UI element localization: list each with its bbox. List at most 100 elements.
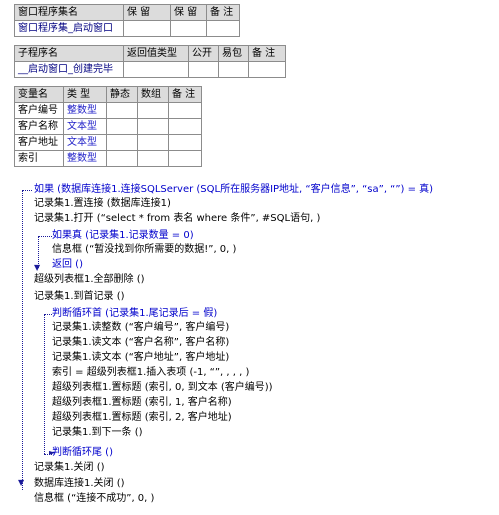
var-type-cell[interactable]: 文本型 — [63, 118, 107, 135]
code-line-msgbox-notfound[interactable]: 信息框 (“暂没找到你所需要的数据!”, 0, ) — [52, 243, 236, 257]
code-text: 超级列表框1.置标题 (索引, 0, 到文本 (客户编号)) — [52, 382, 273, 393]
var-remark-cell[interactable] — [168, 134, 202, 151]
var-static-cell[interactable] — [106, 118, 138, 135]
col-header-return-type: 返回值类型 — [123, 45, 189, 62]
code-line-set-title-2[interactable]: 超级列表框1.置标题 (索引, 2, 客户地址) — [52, 411, 232, 425]
col-header-sub-remark: 备 注 — [248, 45, 286, 62]
program-set-row[interactable]: 窗口程序集_启动窗口 — [14, 20, 240, 37]
code-text: 记录集1.关闭 () — [34, 462, 105, 473]
sub-name-cell[interactable]: __启动窗口_创建完毕 — [14, 61, 124, 78]
return-type-cell[interactable] — [123, 61, 189, 78]
var-static-cell[interactable] — [106, 102, 138, 119]
program-set-name-cell[interactable]: 窗口程序集_启动窗口 — [14, 20, 124, 37]
col-header-easy-pack: 易包 — [218, 45, 249, 62]
code-text: 记录集1.到首记录 () — [34, 291, 125, 302]
col-header-array: 数组 — [137, 86, 169, 103]
code-line-loop-end[interactable]: 判断循环尾 () — [52, 446, 113, 460]
if-block-guide — [22, 190, 23, 490]
code-line-read-name[interactable]: 记录集1.读文本 (“客户名称”, 客户名称) — [52, 336, 229, 350]
code-text: 索引 = 超级列表框1.插入表项 (-1, “”, , , , ) — [52, 367, 250, 378]
code-line-close-db[interactable]: 数据库连接1.关闭 () — [34, 477, 125, 491]
col-header-var-name: 变量名 — [14, 86, 64, 103]
variable-table: 变量名 类 型 静态 数组 备 注 客户编号 整数型 客户名称 文本型 客户地址… — [14, 86, 202, 167]
col-header-public: 公开 — [188, 45, 219, 62]
col-header-reserved-2: 保 留 — [170, 4, 207, 21]
variable-header-row: 变量名 类 型 静态 数组 备 注 — [14, 86, 202, 103]
var-array-cell[interactable] — [137, 134, 169, 151]
sub-program-row[interactable]: __启动窗口_创建完毕 — [14, 61, 286, 78]
variable-row[interactable]: 客户名称 文本型 — [14, 118, 202, 135]
code-text: 记录集1.读整数 (“客户编号”, 客户编号) — [52, 322, 230, 333]
code-line-insert-item[interactable]: 索引 = 超级列表框1.插入表项 (-1, “”, , , , ) — [52, 366, 249, 380]
code-line-return[interactable]: 返回 () — [52, 258, 83, 272]
var-type-cell[interactable]: 整数型 — [63, 102, 107, 119]
code-line-read-address[interactable]: 记录集1.读文本 (“客户地址”, 客户地址) — [52, 351, 229, 365]
col-header-remark: 备 注 — [206, 4, 240, 21]
code-line-next-record[interactable]: 记录集1.到下一条 () — [52, 426, 143, 440]
var-array-cell[interactable] — [137, 118, 169, 135]
var-static-cell[interactable] — [106, 134, 138, 151]
code-text: 超级列表框1.全部删除 () — [34, 274, 145, 285]
code-line-msgbox-fail[interactable]: 信息框 (“连接不成功”, 0, ) — [34, 492, 154, 506]
code-line-if[interactable]: 如果 (数据库连接1.连接SQLServer (SQL所在服务器IP地址, “客… — [34, 183, 433, 197]
var-name-cell[interactable]: 客户地址 — [14, 134, 64, 151]
easy-pack-cell[interactable] — [218, 61, 249, 78]
var-name-cell[interactable]: 索引 — [14, 150, 64, 167]
code-line-set-title-1[interactable]: 超级列表框1.置标题 (索引, 1, 客户名称) — [52, 396, 232, 410]
public-cell[interactable] — [188, 61, 219, 78]
var-name-cell[interactable]: 客户名称 — [14, 118, 64, 135]
reserved-2-cell[interactable] — [170, 20, 207, 37]
col-header-var-remark: 备 注 — [168, 86, 202, 103]
var-static-cell[interactable] — [106, 150, 138, 167]
var-remark-cell[interactable] — [168, 102, 202, 119]
code-line-set-connection[interactable]: 记录集1.置连接 (数据库连接1) — [34, 197, 171, 211]
col-header-var-type: 类 型 — [63, 86, 107, 103]
code-line-close-recordset[interactable]: 记录集1.关闭 () — [34, 461, 105, 475]
code-text: 记录集1.读文本 (“客户地址”, 客户地址) — [52, 352, 230, 363]
code-line-loop-start[interactable]: 判断循环首 (记录集1.尾记录后 = 假) — [52, 307, 217, 321]
if-else-arrow-icon: ▼ — [18, 478, 25, 487]
code-text: 数据库连接1.关闭 () — [34, 478, 125, 489]
var-name-cell[interactable]: 客户编号 — [14, 102, 64, 119]
ifonly-arrow-icon: ▼ — [34, 263, 41, 272]
code-text: 如果 (数据库连接1.连接SQLServer (SQL所在服务器IP地址, “客… — [34, 184, 434, 195]
sub-program-header-row: 子程序名 返回值类型 公开 易包 备 注 — [14, 45, 286, 62]
variable-row[interactable]: 客户地址 文本型 — [14, 134, 202, 151]
col-header-static: 静态 — [106, 86, 138, 103]
code-text: 信息框 (“连接不成功”, 0, ) — [34, 493, 155, 504]
code-text: 信息框 (“暂没找到你所需要的数据!”, 0, ) — [52, 244, 237, 255]
code-line-set-title-0[interactable]: 超级列表框1.置标题 (索引, 0, 到文本 (客户编号)) — [52, 381, 273, 395]
remark-cell[interactable] — [206, 20, 240, 37]
code-text: 记录集1.打开 (“select * from 表名 where 条件”, #S… — [34, 213, 321, 224]
ifonly-block-guide-top — [38, 236, 52, 237]
loop-block-guide-top — [44, 314, 52, 315]
reserved-1-cell[interactable] — [123, 20, 171, 37]
variable-row[interactable]: 索引 整数型 — [14, 150, 202, 167]
code-text: 记录集1.读文本 (“客户名称”, 客户名称) — [52, 337, 230, 348]
code-line-read-id[interactable]: 记录集1.读整数 (“客户编号”, 客户编号) — [52, 321, 229, 335]
loop-block-guide — [44, 314, 45, 454]
code-text: 如果真 (记录集1.记录数量 = 0) — [52, 230, 194, 241]
code-line-if-true[interactable]: 如果真 (记录集1.记录数量 = 0) — [52, 229, 194, 243]
program-set-header-row: 窗口程序集名 保 留 保 留 备 注 — [14, 4, 240, 21]
code-line-open-recordset[interactable]: 记录集1.打开 (“select * from 表名 where 条件”, #S… — [34, 212, 320, 226]
code-text: 记录集1.到下一条 () — [52, 427, 143, 438]
var-type-cell[interactable]: 整数型 — [63, 150, 107, 167]
col-header-reserved-1: 保 留 — [123, 4, 171, 21]
var-array-cell[interactable] — [137, 102, 169, 119]
var-remark-cell[interactable] — [168, 150, 202, 167]
sub-remark-cell[interactable] — [248, 61, 286, 78]
code-text: 返回 () — [52, 259, 83, 270]
variable-row[interactable]: 客户编号 整数型 — [14, 102, 202, 119]
code-text: 判断循环首 (记录集1.尾记录后 = 假) — [52, 308, 218, 319]
code-text: 超级列表框1.置标题 (索引, 1, 客户名称) — [52, 397, 232, 408]
var-remark-cell[interactable] — [168, 118, 202, 135]
program-set-table: 窗口程序集名 保 留 保 留 备 注 窗口程序集_启动窗口 — [14, 4, 240, 37]
if-block-guide-top — [22, 190, 32, 191]
code-text: 判断循环尾 () — [52, 447, 113, 458]
code-line-clear-list[interactable]: 超级列表框1.全部删除 () — [34, 273, 145, 287]
code-line-first-record[interactable]: 记录集1.到首记录 () — [34, 290, 125, 304]
code-text: 超级列表框1.置标题 (索引, 2, 客户地址) — [52, 412, 232, 423]
var-array-cell[interactable] — [137, 150, 169, 167]
var-type-cell[interactable]: 文本型 — [63, 134, 107, 151]
